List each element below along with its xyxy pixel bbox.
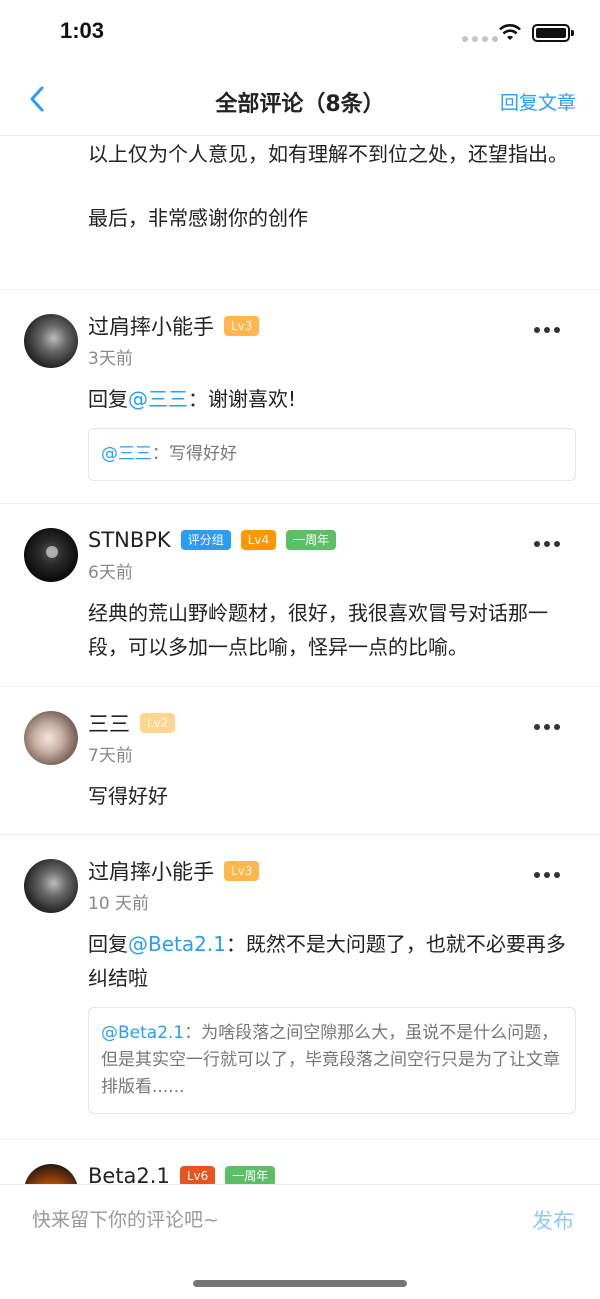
comment-text: 回复@Beta2.1：既然不是大问题了，也就不必要再多纠结啦	[88, 927, 576, 995]
status-time: 1:03	[60, 18, 105, 43]
comment-text: 回复@三三：谢谢喜欢!	[88, 382, 576, 416]
user-name[interactable]: 过肩摔小能手	[88, 856, 214, 886]
comment-text: 写得好好	[88, 784, 168, 808]
signal-icon	[462, 36, 498, 42]
comment-item: 过肩摔小能手 Lv3 10 天前 回复@Beta2.1：既然不是大问题了，也就不…	[0, 835, 600, 1140]
reply-text: ：谢谢喜欢!	[188, 387, 297, 411]
user-name[interactable]: Beta2.1	[88, 1164, 170, 1184]
publish-button[interactable]: 发布	[532, 1205, 574, 1235]
user-name[interactable]: 三三	[88, 708, 130, 738]
comment-item: 三三 Lv2 7天前 写得好好	[0, 687, 600, 835]
more-icon[interactable]	[534, 871, 560, 879]
comment-time: 3天前	[88, 349, 133, 369]
level-badge: Lv3	[224, 861, 260, 881]
level-badge: Lv3	[224, 316, 260, 336]
reply-article-button[interactable]: 回复文章	[500, 88, 576, 115]
comment-time: 7天前	[88, 746, 133, 766]
quoted-comment[interactable]: @三三：写得好好	[88, 428, 576, 481]
quote-text: ：写得好好	[152, 444, 237, 464]
comment-input-bar: 发布	[0, 1184, 600, 1299]
previous-comment-tail: 以上仅为个人意见，如有理解不到位之处，还望指出。 最后，非常感谢你的创作	[0, 136, 600, 290]
battery-icon	[532, 24, 574, 42]
mention-link[interactable]: @Beta2.1	[101, 1023, 184, 1043]
home-indicator[interactable]	[193, 1280, 407, 1287]
more-icon[interactable]	[534, 540, 560, 548]
mention-link[interactable]: @三三	[128, 387, 188, 411]
nav-bar: 全部评论（8条） 回复文章	[0, 62, 600, 136]
comment-list[interactable]: 以上仅为个人意见，如有理解不到位之处，还望指出。 最后，非常感谢你的创作 过肩摔…	[0, 136, 600, 1184]
anniversary-badge: 一周年	[225, 1166, 276, 1184]
comment-item: Beta2.1 Lv6 一周年	[0, 1140, 600, 1184]
avatar[interactable]	[24, 711, 78, 765]
avatar[interactable]	[24, 528, 78, 582]
status-bar: 1:03	[0, 0, 600, 62]
mention-link[interactable]: @Beta2.1	[128, 932, 226, 956]
comment-text: 最后，非常感谢你的创作	[88, 206, 308, 230]
more-icon[interactable]	[534, 723, 560, 731]
quoted-comment[interactable]: @Beta2.1：为啥段落之间空隙那么大，虽说不是什么问题，但是其实空一行就可以…	[88, 1007, 576, 1114]
comment-time: 10 天前	[88, 894, 150, 914]
user-name[interactable]: 过肩摔小能手	[88, 311, 214, 341]
anniversary-badge: 一周年	[286, 530, 337, 550]
level-badge: Lv4	[240, 530, 277, 550]
level-badge: Lv2	[140, 713, 176, 733]
comment-time: 6天前	[88, 563, 133, 583]
group-badge: 评分组	[180, 530, 231, 550]
more-icon[interactable]	[534, 326, 560, 334]
comment-item: STNBPK 评分组 Lv4 一周年 6天前 经典的荒山野岭题材，很好，我很喜欢…	[0, 504, 600, 687]
avatar[interactable]	[24, 314, 78, 368]
comment-input[interactable]	[32, 1203, 492, 1237]
user-name[interactable]: STNBPK	[88, 528, 171, 552]
mention-link[interactable]: @三三	[101, 444, 152, 464]
avatar[interactable]	[24, 859, 78, 913]
comment-text: 以上仅为个人意见，如有理解不到位之处，还望指出。	[88, 142, 568, 166]
avatar[interactable]	[24, 1164, 78, 1184]
comment-item: 过肩摔小能手 Lv3 3天前 回复@三三：谢谢喜欢! @三三：写得好好	[0, 290, 600, 504]
level-badge: Lv6	[179, 1166, 216, 1184]
reply-prefix: 回复	[88, 387, 128, 411]
wifi-icon	[499, 24, 521, 40]
comment-text: 经典的荒山野岭题材，很好，我很喜欢冒号对话那一段，可以多加一点比喻，怪异一点的比…	[88, 601, 548, 659]
reply-prefix: 回复	[88, 932, 128, 956]
